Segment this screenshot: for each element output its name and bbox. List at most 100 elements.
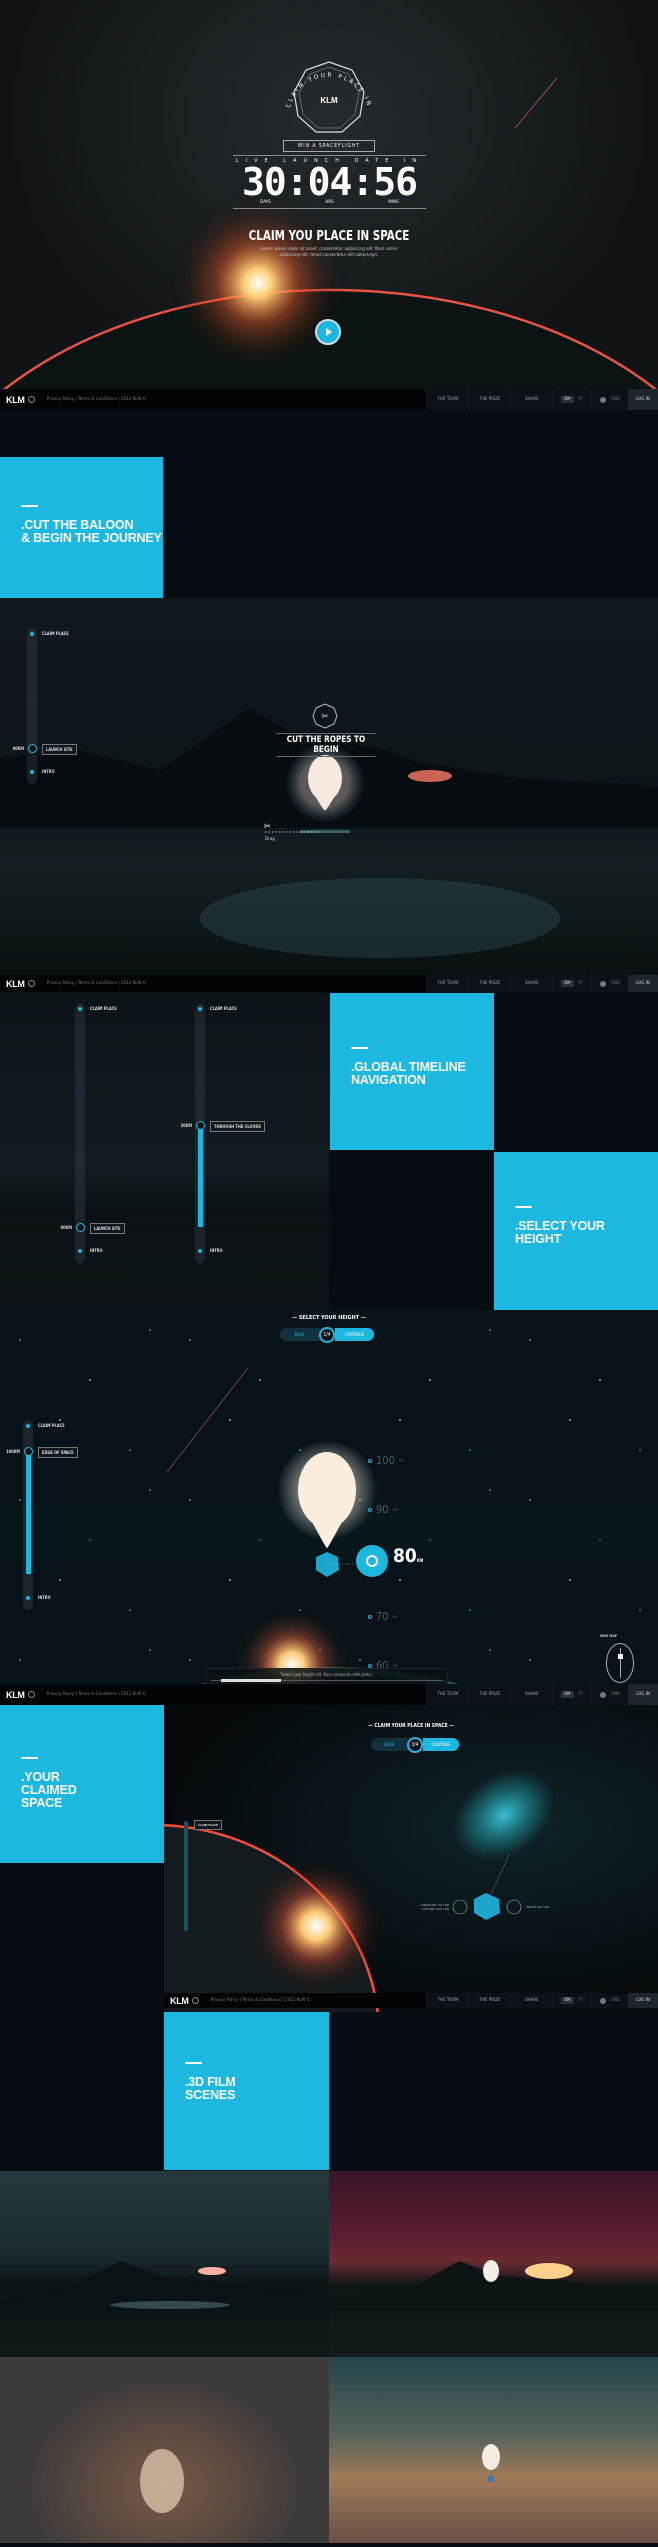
language-select[interactable]: ENG	[591, 1684, 628, 1705]
unit-toggle[interactable]: KM FT	[552, 975, 591, 992]
footer-links[interactable]: Privacy Policy | Terms & Conditions | 20…	[47, 1692, 147, 1697]
timeline-label-top[interactable]: CLAIM PLACE	[90, 1006, 117, 1011]
nav-the-prize[interactable]: THE PRIZE	[468, 975, 510, 992]
klm-logo[interactable]: KLM	[170, 1996, 189, 2006]
nav-the-prize[interactable]: THE PRIZE	[468, 389, 510, 410]
step-pager: BACK 3/4 CONTINUE	[371, 1736, 459, 1753]
nav-share[interactable]: SHARE	[510, 1684, 552, 1705]
back-button[interactable]: BACK	[371, 1742, 407, 1747]
scene-cut-ropes: ✂ CUT THE ROPES TO BEGIN ✂ Drag CLAIM PL…	[0, 598, 658, 976]
timeline-current-marker[interactable]	[76, 1223, 85, 1232]
height-option-selected[interactable]: 80KM	[393, 1545, 423, 1567]
mountain-landscape	[0, 708, 658, 958]
nav-the-prize[interactable]: THE PRIZE	[468, 1684, 510, 1705]
timeline-dot-claim[interactable]	[26, 1424, 30, 1428]
audio-waveform[interactable]	[211, 1679, 443, 1682]
timeline-label-bottom[interactable]: INTRO	[42, 769, 55, 774]
unit-ft[interactable]: FT	[579, 397, 584, 402]
timeline-label-top[interactable]: CLAIM PLACE	[42, 631, 69, 636]
login-button[interactable]: LOG IN	[628, 1993, 658, 2008]
globe-icon	[191, 1997, 199, 2004]
footer-links[interactable]: Privacy Policy | Terms & Conditions | 20…	[47, 981, 147, 986]
scene-select-height: — SELECT YOUR HEIGHT — BACK 1/4 CONTINUE…	[0, 1310, 658, 1685]
timeline-rail[interactable]	[184, 1821, 188, 1931]
timeline-current-marker[interactable]	[24, 1446, 33, 1456]
globe-icon	[600, 396, 607, 403]
timeline-dot[interactable]	[30, 770, 34, 774]
footer-links[interactable]: Privacy Policy | Terms & Conditions | 20…	[211, 1998, 311, 2003]
language-select[interactable]: ENG	[591, 975, 628, 992]
timeline-dot[interactable]	[78, 1249, 82, 1253]
timeline-km: 100KM	[6, 1448, 20, 1454]
klm-logo[interactable]: KLM	[6, 395, 25, 405]
svg-text:✂: ✂	[322, 712, 329, 722]
section-card-film: .3D FILM SCENES	[164, 2012, 329, 2170]
timeline-label-bottom[interactable]: INTRO	[38, 1595, 51, 1600]
timeline-dot-claim[interactable]	[198, 1007, 202, 1011]
timeline-current-marker[interactable]	[28, 744, 37, 753]
nav-the-team[interactable]: THE TEAM	[426, 389, 468, 410]
unit-toggle[interactable]: KM FT	[552, 389, 591, 410]
timeline-label-bottom[interactable]: INTRO	[210, 1248, 223, 1253]
login-button[interactable]: LOG IN	[628, 975, 658, 992]
footer-links[interactable]: Privacy Policy | Terms & Conditions | 20…	[47, 397, 147, 402]
timeline-dot-claim[interactable]	[78, 1007, 82, 1011]
height-readout: HEIGHT: 80.7 KM	[526, 1905, 549, 1909]
klm-logo[interactable]: KLM	[6, 1690, 25, 1700]
unit-ft[interactable]: FT	[579, 1692, 584, 1697]
nav-the-team[interactable]: THE TEAM	[426, 975, 468, 992]
scissors-icon[interactable]: ✂	[264, 822, 271, 832]
claim-place-tag[interactable]: CLAIM PLACE	[194, 1820, 223, 1830]
timeline-km: 00KM	[60, 1225, 72, 1230]
cut-ropes-title: CUT THE ROPES TO BEGIN	[276, 733, 376, 757]
nav-share[interactable]: SHARE	[510, 975, 552, 992]
continue-button[interactable]: CONTINUE	[335, 1328, 374, 1341]
timeline-dot[interactable]	[26, 1596, 30, 1600]
film-scene-launch-night	[0, 2171, 329, 2357]
select-height-title: — SELECT YOUR HEIGHT —	[292, 1315, 366, 1321]
height-option[interactable]: 90 KM	[368, 1503, 397, 1516]
height-knob[interactable]	[356, 1545, 388, 1577]
ring-icon	[366, 1555, 378, 1567]
continue-button[interactable]: CONTINUE	[423, 1738, 459, 1751]
site-footer: KLM Privacy Policy | Terms & Conditions …	[0, 1684, 658, 1705]
nav-the-team[interactable]: THE TEAM	[426, 1684, 468, 1705]
klm-logo[interactable]: KLM	[6, 979, 25, 989]
mini-map[interactable]	[606, 1643, 634, 1683]
claim-title: — CLAIM YOUR PLACE IN SPACE —	[368, 1723, 454, 1729]
timeline-current-marker[interactable]	[196, 1121, 205, 1130]
unit-ft[interactable]: FT	[579, 981, 584, 986]
timeline-dot-claim[interactable]	[30, 632, 34, 636]
timeline-rail[interactable]	[27, 628, 37, 784]
timeline-km: 20KM	[180, 1123, 192, 1128]
language-select[interactable]: ENG	[591, 1993, 628, 2008]
height-option[interactable]: 70 KM	[368, 1610, 397, 1623]
timeline-km: 00KM	[12, 746, 24, 751]
unit-km[interactable]: KM	[561, 1691, 574, 1698]
unit-km[interactable]: KM	[561, 980, 574, 987]
unit-toggle[interactable]: KM FT	[552, 1684, 591, 1705]
hero-section: CLAIM YOUR PLACE IN SPACE KLM WIN A SPAC…	[0, 0, 658, 390]
unit-km[interactable]: KM	[561, 1997, 574, 2004]
play-button[interactable]	[315, 319, 341, 345]
globe-icon	[600, 1691, 607, 1698]
section-card-height: .SELECT YOUR HEIGHT	[494, 1152, 658, 1310]
nav-the-team[interactable]: THE TEAM	[426, 1993, 468, 2008]
timeline-label-top[interactable]: CLAIM PLACE	[210, 1006, 237, 1011]
timeline-dot[interactable]	[198, 1249, 202, 1253]
timeline-label-top[interactable]: CLAIM PLACE	[38, 1423, 65, 1428]
unit-ft[interactable]: FT	[579, 1998, 584, 2003]
login-button[interactable]: LOG IN	[628, 389, 658, 410]
back-button[interactable]: BACK	[280, 1332, 319, 1337]
nav-the-prize[interactable]: THE PRIZE	[468, 1993, 510, 2008]
height-option[interactable]: 100 KM	[368, 1454, 404, 1467]
timeline-label-bottom[interactable]: INTRO	[90, 1248, 103, 1253]
login-button[interactable]: LOG IN	[628, 1684, 658, 1705]
nav-share[interactable]: SHARE	[510, 1993, 552, 2008]
audio-player[interactable]: "Select your height elit. Nam comporta n…	[206, 1668, 448, 1685]
language-select[interactable]: ENG	[591, 389, 628, 410]
unit-km[interactable]: KM	[561, 396, 574, 403]
timeline-tag: THROUGH THE CLOUDS	[210, 1121, 265, 1132]
unit-toggle[interactable]: KM FT	[552, 1993, 591, 2008]
nav-share[interactable]: SHARE	[510, 389, 552, 410]
